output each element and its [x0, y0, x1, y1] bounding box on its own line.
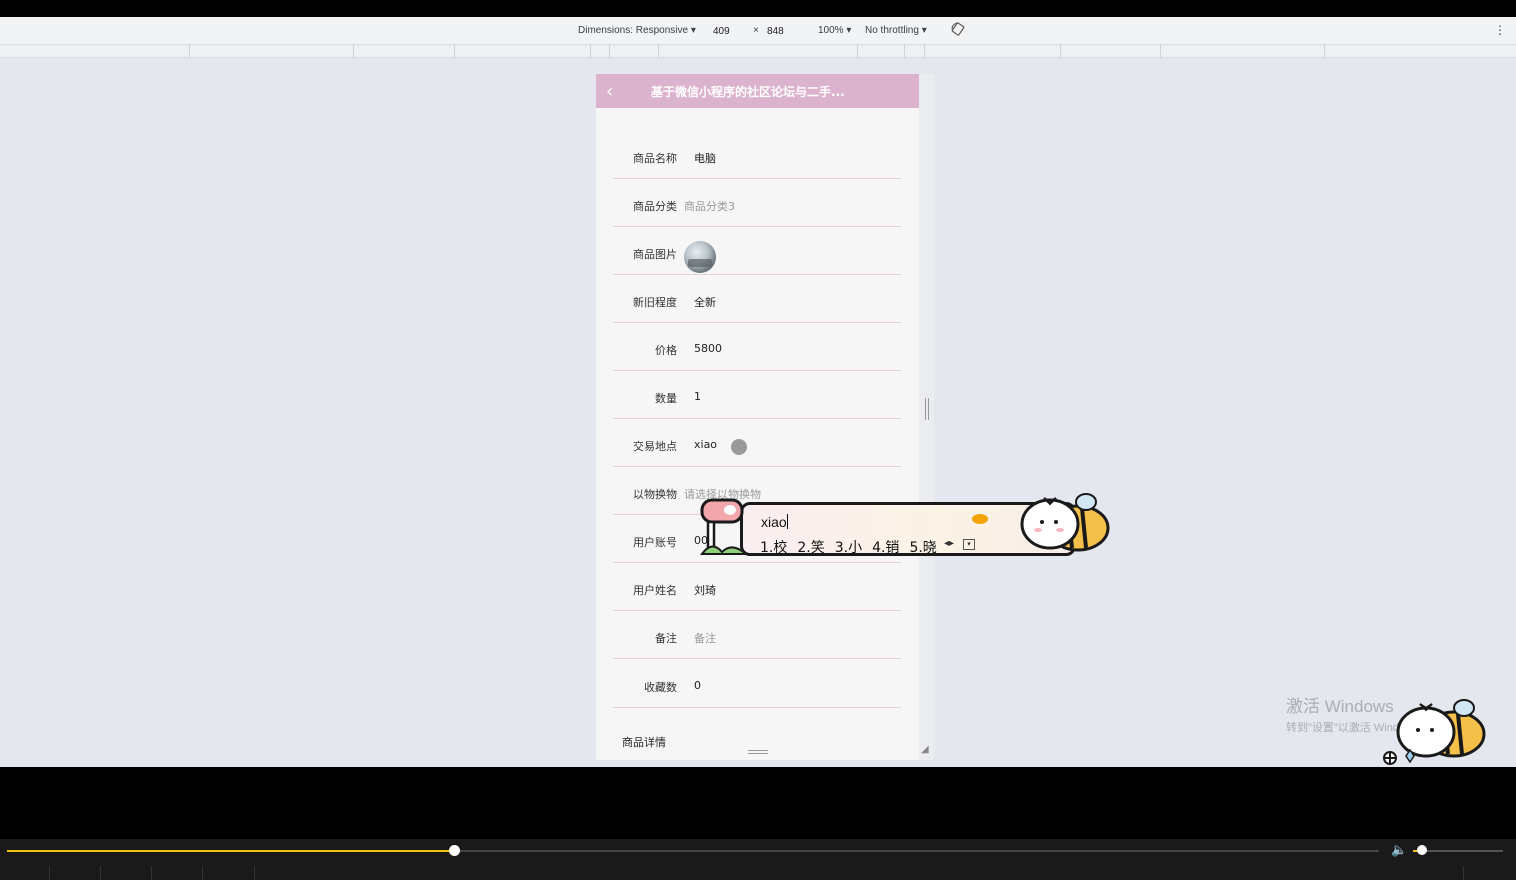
- top-black-bar: [0, 0, 1516, 17]
- form-row-location[interactable]: 交易地点 xiao: [613, 419, 901, 467]
- video-player-controls: 🔈: [0, 839, 1516, 880]
- ime-candidate-window: xiao 1.校 2.笑 3.小 4.销 5.晓 ◂▸ ▾: [700, 493, 1112, 560]
- ime-candidate[interactable]: 1.校: [760, 540, 787, 556]
- player-segment: [0, 866, 50, 880]
- form-row-product-name[interactable]: 商品名称 电脑: [613, 131, 901, 179]
- location-input[interactable]: xiao: [694, 438, 717, 451]
- username-input[interactable]: 刘琦: [694, 582, 716, 598]
- touch-cursor-indicator: [731, 439, 747, 455]
- form-label: 数量: [655, 392, 677, 405]
- form-row-remark[interactable]: 备注 备注: [613, 611, 901, 659]
- ime-candidate[interactable]: 3.小: [835, 540, 862, 556]
- form-label: 商品分类: [633, 200, 677, 213]
- form-label: 新旧程度: [633, 296, 677, 309]
- times-sign: ×: [753, 25, 759, 36]
- form-label: 商品图片: [633, 248, 677, 261]
- progress-knob[interactable]: [449, 845, 461, 856]
- form-row-price[interactable]: 价格 5800: [613, 323, 901, 371]
- ime-page-arrows-icon[interactable]: ◂▸: [944, 538, 954, 549]
- form-label: 价格: [655, 344, 677, 357]
- remark-input[interactable]: 备注: [694, 630, 716, 646]
- bunny-bee-mascot-icon: [1020, 493, 1110, 552]
- player-segment: [1463, 866, 1464, 880]
- ime-candidate[interactable]: 2.笑: [797, 540, 824, 556]
- product-details-heading: 商品详情: [622, 736, 666, 749]
- width-input[interactable]: [711, 23, 747, 39]
- zoom-dropdown[interactable]: 100% ▾: [818, 25, 851, 36]
- player-segment: [152, 866, 203, 880]
- corner-resize-icon[interactable]: ◢: [921, 744, 929, 755]
- throttling-dropdown[interactable]: No throttling ▾: [865, 25, 927, 36]
- favorites-input[interactable]: 0: [694, 679, 701, 692]
- ime-composition-text: xiao: [761, 514, 788, 530]
- rotate-icon[interactable]: [951, 22, 965, 39]
- form-label: 收藏数: [644, 681, 677, 694]
- price-input[interactable]: 5800: [694, 342, 722, 355]
- volume-knob[interactable]: [1417, 845, 1427, 855]
- mailbox-decoration-icon: [700, 498, 746, 555]
- form-row-condition[interactable]: 新旧程度 全新: [613, 275, 901, 323]
- form-row-username[interactable]: 用户姓名 刘琦: [613, 563, 901, 611]
- form-row-quantity[interactable]: 数量 1: [613, 371, 901, 419]
- media-query-ruler: [0, 45, 1516, 58]
- page-title: 基于微信小程序的社区论坛与二手...: [651, 85, 845, 99]
- video-letterbox: [0, 767, 1516, 839]
- side-resize-handle[interactable]: [925, 398, 929, 420]
- form-label: 以物换物: [633, 488, 677, 501]
- quantity-input[interactable]: 1: [694, 390, 701, 403]
- product-image-thumbnail[interactable]: [684, 241, 716, 273]
- ime-candidate[interactable]: 5.晓: [909, 540, 936, 556]
- volume-icon[interactable]: 🔈: [1391, 843, 1407, 858]
- ime-candidate-list: 1.校 2.笑 3.小 4.销 5.晓: [760, 537, 947, 557]
- devtools-device-toolbar: Dimensions: Responsive ▾ × 100% ▾ No thr…: [0, 17, 1516, 45]
- ime-expand-icon[interactable]: ▾: [963, 539, 975, 550]
- form-row-image[interactable]: 商品图片: [613, 227, 901, 275]
- player-segment: [203, 866, 255, 880]
- progress-track[interactable]: [7, 850, 1379, 852]
- form-label: 用户姓名: [633, 584, 677, 597]
- bunny-bee-sticker-icon: [1383, 699, 1486, 765]
- form-label: 商品名称: [633, 152, 677, 165]
- player-segment: [50, 866, 101, 880]
- bottom-resize-handle[interactable]: [748, 750, 768, 754]
- category-picker[interactable]: 商品分类3: [684, 198, 735, 214]
- ime-candidate[interactable]: 4.销: [872, 540, 899, 556]
- more-options-icon[interactable]: ⋮: [1494, 23, 1506, 37]
- form-label: 交易地点: [633, 440, 677, 453]
- back-arrow-icon[interactable]: ‹: [606, 81, 613, 102]
- ime-emoji-icon[interactable]: [972, 514, 988, 524]
- progress-fill: [7, 850, 455, 852]
- form-row-category[interactable]: 商品分类 商品分类3: [613, 179, 901, 227]
- form-label: 备注: [655, 632, 677, 645]
- form-label: 用户账号: [633, 536, 677, 549]
- product-name-input[interactable]: 电脑: [694, 150, 716, 166]
- form-row-favorites[interactable]: 收藏数 0: [613, 660, 901, 708]
- height-input[interactable]: [765, 23, 801, 39]
- condition-input[interactable]: 全新: [694, 294, 716, 310]
- player-segment: [101, 866, 152, 880]
- mini-program-page: ‹ 基于微信小程序的社区论坛与二手... 商品名称 电脑 商品分类 商品分类3 …: [596, 74, 919, 760]
- navigation-bar: ‹ 基于微信小程序的社区论坛与二手...: [596, 74, 919, 108]
- dimensions-dropdown[interactable]: Dimensions: Responsive ▾: [578, 25, 696, 36]
